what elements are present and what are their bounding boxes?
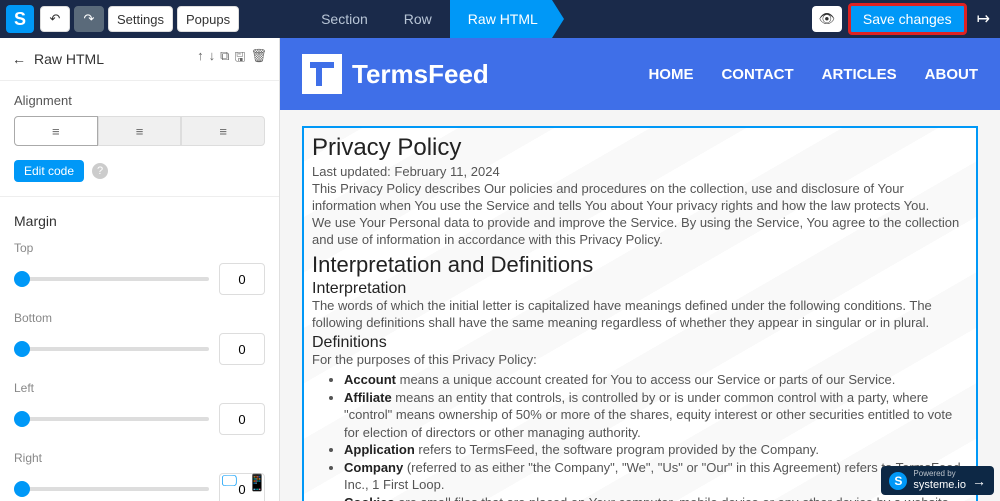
mobile-icon[interactable]: 📱 [247,473,267,493]
popups-button[interactable]: Popups [177,6,239,32]
margin-top-slider[interactable] [14,277,209,281]
arrow-right-icon: → [972,473,986,489]
alignment-controls: ≡ ≡ ≡ [0,116,279,156]
margin-left-input[interactable] [219,403,265,435]
termsfeed-logo[interactable]: TermsFeed [302,54,489,94]
list-item: Affiliate means an entity that controls,… [344,389,968,442]
redo-icon: ↷ [84,11,95,27]
margin-left-slider[interactable] [14,417,209,421]
eye-icon: 👁 [819,11,836,27]
margin-right-label: Right [14,451,265,465]
device-switcher: 🖵 📱 [222,473,267,493]
undo-icon: ↶ [50,11,61,27]
save-block-icon[interactable]: 🖫 [234,48,245,70]
slider-thumb[interactable] [14,481,30,497]
align-right-button[interactable]: ≡ [181,116,265,146]
sidebar-title: Raw HTML [34,51,197,67]
nav-about[interactable]: ABOUT [925,66,978,83]
breadcrumb-section[interactable]: Section [303,0,386,38]
termsfeed-mark-icon [302,54,342,94]
policy-h2: Interpretation and Definitions [312,252,968,278]
align-left-icon: ≡ [52,124,60,139]
nav-articles[interactable]: ARTICLES [822,66,897,83]
move-down-icon[interactable]: ↓ [209,48,216,70]
badge-text: Powered by systeme.io [913,470,966,491]
margin-right-slider[interactable] [14,487,209,491]
settings-button[interactable]: Settings [108,6,173,32]
nav-contact[interactable]: CONTACT [721,66,793,83]
margin-left-label: Left [14,381,265,395]
alignment-label: Alignment [0,81,279,116]
help-icon[interactable]: ? [92,163,108,179]
align-center-button[interactable]: ≡ [98,116,182,146]
systeme-logo[interactable]: S [6,5,34,33]
list-item: Cookies are small files that are placed … [344,494,968,501]
policy-title: Privacy Policy [312,134,968,162]
margin-left-control: Left [0,379,279,449]
back-icon[interactable]: ← [12,51,26,67]
margin-bottom-input[interactable] [219,333,265,365]
list-item: Application refers to TermsFeed, the sof… [344,441,968,459]
systeme-badge-icon: S [889,472,907,490]
slider-thumb[interactable] [14,341,30,357]
align-left-button[interactable]: ≡ [14,116,98,146]
policy-updated: Last updated: February 11, 2024 [312,164,968,181]
margin-top-label: Top [14,241,265,255]
policy-p2: We use Your Personal data to provide and… [312,215,968,249]
exit-button[interactable]: ↦ [973,9,994,29]
policy-h3b: Definitions [312,334,968,352]
sidebar: ← Raw HTML ↑ ↓ ⧉ 🖫 🗑 Alignment ≡ ≡ ≡ Edi… [0,38,280,501]
delete-icon[interactable]: 🗑 [250,48,267,70]
list-item: Company (referred to as either "the Comp… [344,459,968,494]
list-item: Account means a unique account created f… [344,371,968,389]
topbar: S ↶ ↷ Settings Popups Section Row Raw HT… [0,0,1000,38]
policy-h3a: Interpretation [312,280,968,298]
margin-bottom-control: Bottom [0,309,279,379]
nav-home[interactable]: HOME [648,66,693,83]
definitions-list: Account means a unique account created f… [344,371,968,501]
redo-button[interactable]: ↷ [74,6,104,32]
save-changes-button[interactable]: Save changes [848,3,967,35]
undo-button[interactable]: ↶ [40,6,70,32]
content: ← Raw HTML ↑ ↓ ⧉ 🖫 🗑 Alignment ≡ ≡ ≡ Edi… [0,38,1000,501]
desktop-icon[interactable]: 🖵 [222,473,237,493]
powered-by-badge[interactable]: S Powered by systeme.io → [881,466,994,495]
breadcrumb-rawhtml[interactable]: Raw HTML [450,0,552,38]
sidebar-header: ← Raw HTML ↑ ↓ ⧉ 🖫 🗑 [0,38,279,81]
breadcrumb: Section Row Raw HTML [303,0,552,38]
hero-header: TermsFeed HOME CONTACT ARTICLES ABOUT [280,38,1000,110]
edit-code-button[interactable]: Edit code [14,160,84,182]
edit-code-row: Edit code ? [0,156,279,196]
sidebar-header-actions: ↑ ↓ ⧉ 🖫 🗑 [197,48,267,70]
breadcrumb-row[interactable]: Row [386,0,450,38]
align-center-icon: ≡ [136,124,144,139]
topbar-right: 👁 Save changes ↦ [812,3,994,35]
margin-bottom-slider[interactable] [14,347,209,351]
divider [0,196,279,197]
preview-button[interactable]: 👁 [812,6,842,32]
policy-p4: For the purposes of this Privacy Policy: [312,352,968,369]
slider-thumb[interactable] [14,411,30,427]
align-right-icon: ≡ [219,124,227,139]
move-up-icon[interactable]: ↑ [197,48,204,70]
policy-p3: The words of which the initial letter is… [312,298,968,332]
margin-bottom-label: Bottom [14,311,265,325]
policy-p1: This Privacy Policy describes Our polici… [312,181,968,215]
hero-nav: HOME CONTACT ARTICLES ABOUT [648,66,978,83]
margin-header: Margin [0,203,279,239]
raw-html-block[interactable]: Privacy Policy Last updated: February 11… [302,126,978,501]
copy-icon[interactable]: ⧉ [220,48,229,70]
slider-thumb[interactable] [14,271,30,287]
margin-top-input[interactable] [219,263,265,295]
margin-top-control: Top [0,239,279,309]
preview-canvas: TermsFeed HOME CONTACT ARTICLES ABOUT Pr… [280,38,1000,501]
termsfeed-brand: TermsFeed [352,59,489,90]
